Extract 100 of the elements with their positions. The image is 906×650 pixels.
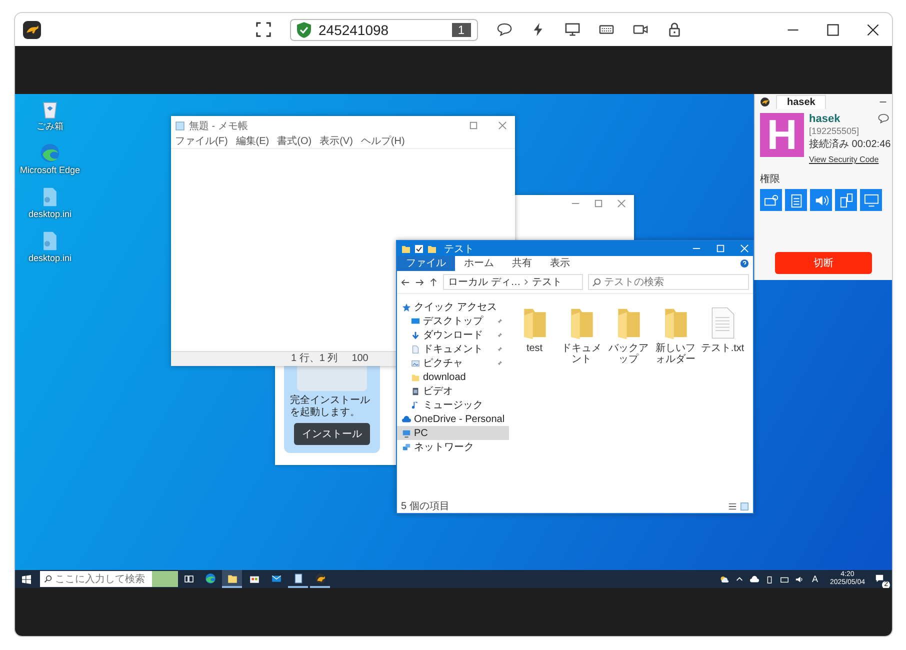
cloud-icon [402,414,411,424]
breadcrumb-item[interactable]: テスト [532,275,562,289]
item-count: 5 個の項目 [401,500,450,513]
sound-permission-button[interactable] [810,189,832,211]
picture-icon [411,358,420,368]
music-note-icon [411,400,420,410]
search-icon [592,278,601,286]
speaker-icon[interactable] [794,574,804,584]
keyboard-icon [764,192,778,208]
navigation-item[interactable]: download [397,370,509,384]
address-bar[interactable]: ローカル ディ… テスト [443,274,583,290]
pin-icon[interactable] [496,318,503,324]
monitor-icon [864,192,878,208]
monitor-icon [411,316,420,326]
folder-icon [427,244,437,254]
navigation-item[interactable]: ピクチャ [397,356,509,370]
user-id: [192255505] [809,126,860,136]
input-mode-indicator[interactable]: A [812,574,818,584]
navigation-item[interactable]: ダウンロード [397,328,509,342]
cloud-icon[interactable] [750,574,759,584]
disconnect-button[interactable]: 切断 [775,252,872,274]
film-icon [411,386,420,396]
checkbox-icon[interactable] [414,244,424,254]
navigation-item[interactable]: ドキュメント [397,342,509,356]
menu-item[interactable]: ヘルプ(H) [360,135,405,148]
menu-item[interactable]: 表示(V) [320,135,353,148]
session-tab[interactable]: hasek [776,94,826,108]
folder-icon [411,372,420,382]
monitor-number-badge[interactable]: 1 [452,22,470,36]
clipboard-permission-button[interactable] [785,189,807,211]
menu-item[interactable]: 編集(E) [236,135,270,148]
screen-permission-button[interactable] [860,189,882,211]
user-name: hasek [809,113,840,125]
lock-icon[interactable] [666,22,682,37]
navigation-item[interactable]: ミュージック [397,398,509,412]
chat-icon[interactable] [878,113,889,124]
install-button[interactable]: インストール [294,423,370,445]
ribbon-tab[interactable]: 表示 [541,256,579,271]
fullscreen-icon[interactable] [256,22,270,37]
down-arrow-icon [411,330,420,340]
close-icon[interactable] [866,22,880,36]
window-title: テスト [444,242,474,256]
user-avatar: H [760,113,804,157]
ribbon-tab[interactable]: ホーム [455,256,503,271]
kangaroo-logo-icon [314,572,326,584]
video-camera-icon[interactable] [632,22,648,37]
installer-message: 完全インストールを起動します。 [290,395,371,419]
star-icon [402,302,411,312]
navigation-item[interactable]: OneDrive - Personal [397,412,509,426]
status-text: 100 [352,352,368,366]
notepad-icon [175,120,185,130]
folder-icon [401,244,411,254]
maximize-icon[interactable] [826,22,840,36]
folder-icon [226,572,238,584]
document-icon [411,344,420,354]
notification-icon[interactable] [875,574,884,583]
navigation-item[interactable]: ネットワーク [397,440,509,454]
menu-item[interactable]: 書式(O) [277,135,312,148]
forward-arrow-icon[interactable] [415,278,424,286]
status-text: 1 行、1 列 [291,352,338,366]
desktop-icon-label: desktop.ini [28,209,72,220]
browser-icon [204,572,216,584]
breadcrumb-item[interactable]: ローカル ディ… [448,275,521,289]
window-title: 無題 - メモ帳 [189,120,248,132]
ribbon-tab[interactable]: ファイル [397,256,455,271]
details-view-icon[interactable] [728,502,737,510]
chevron-icon [524,278,529,286]
ribbon-tab[interactable]: 共有 [503,256,541,271]
session-id-field[interactable]: 245241098 1 [290,18,478,40]
taskbar-search-field[interactable]: ここに入力して検索 [40,571,152,587]
keyboard-permission-button[interactable] [760,189,782,211]
file-transfer-icon [838,192,854,208]
pin-icon[interactable] [496,360,503,366]
speaker-icon [814,192,828,208]
kangaroo-logo-icon [23,20,41,38]
desktop-icon-label: desktop.ini [28,253,72,264]
caret-up-icon[interactable] [734,574,744,584]
security-code-link[interactable]: View Security Code [809,155,879,164]
up-arrow-icon[interactable] [429,278,438,286]
file-name: バックアップ [608,343,650,365]
computer-icon [402,428,411,438]
notepad-icon [292,572,304,584]
keyboard-icon[interactable] [598,22,614,37]
navigation-item[interactable]: デスクトップ [397,314,509,328]
monitor-icon[interactable] [564,22,580,37]
file-transfer-permission-button[interactable] [835,189,857,211]
pin-icon[interactable] [496,332,503,338]
file-explorer-taskbar-button[interactable] [222,570,242,588]
back-arrow-icon[interactable] [401,278,410,286]
navigation-item[interactable]: ビデオ [397,384,509,398]
navigation-item[interactable]: クイック アクセス [397,300,509,314]
permissions-label: 権限 [760,172,781,186]
pin-icon[interactable] [496,346,503,352]
envelope-icon [270,572,282,584]
menu-item[interactable]: ファイル(F) [175,135,228,148]
help-icon[interactable] [740,259,749,268]
chat-icon[interactable] [496,22,512,37]
weather-icon[interactable] [720,574,729,584]
navigation-item[interactable]: PC [397,426,509,440]
search-field[interactable]: テストの検索 [588,274,749,290]
